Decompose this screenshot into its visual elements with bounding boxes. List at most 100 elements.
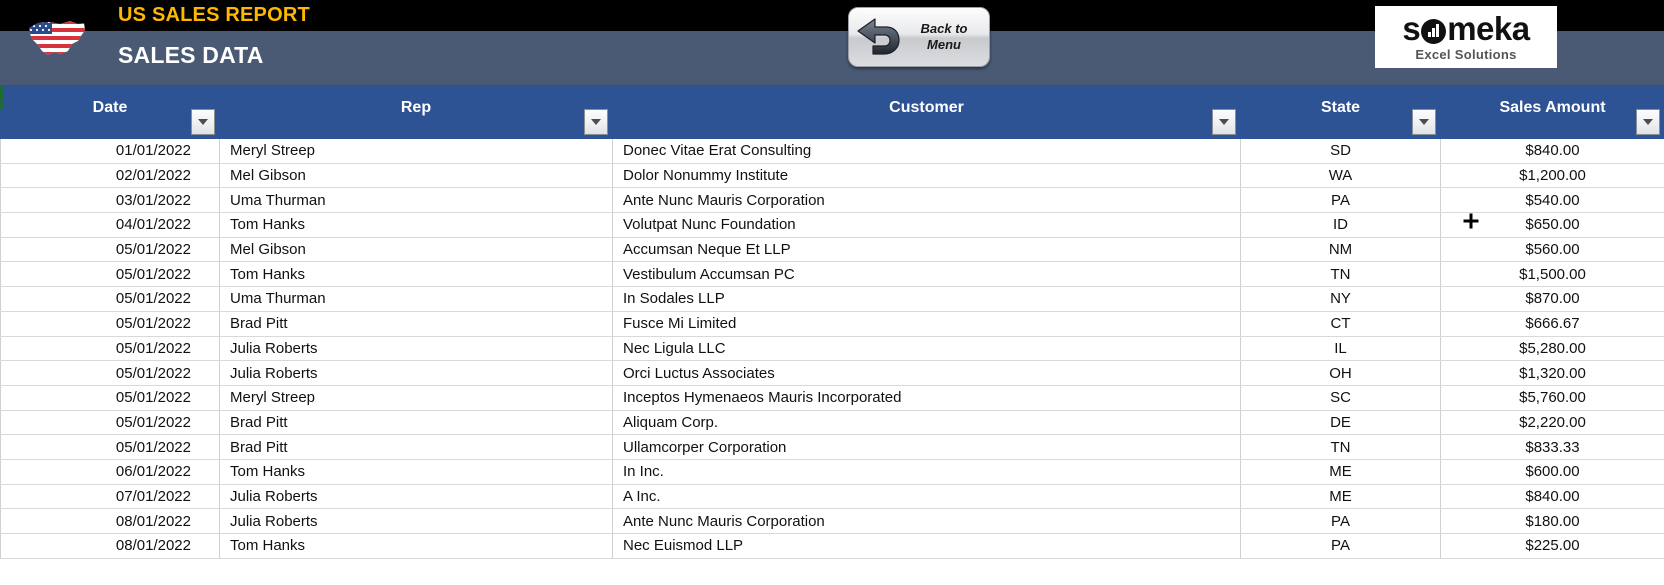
- cell-rep[interactable]: Julia Roberts: [219, 508, 613, 534]
- cell-date[interactable]: 05/01/2022: [0, 385, 220, 411]
- cell-cust[interactable]: Ante Nunc Mauris Corporation: [612, 187, 1241, 214]
- table-row[interactable]: 08/01/2022 Tom Hanks Nec Euismod LLP PA $225…: [0, 533, 1664, 559]
- cell-amt[interactable]: $600.00: [1440, 459, 1664, 485]
- filter-button-rep[interactable]: [584, 109, 608, 135]
- cell-rep[interactable]: Brad Pitt: [219, 311, 613, 337]
- cell-state[interactable]: PA: [1240, 533, 1441, 559]
- cell-rep[interactable]: Brad Pitt: [219, 434, 613, 460]
- cell-state[interactable]: WA: [1240, 163, 1441, 189]
- cell-state[interactable]: IL: [1240, 336, 1441, 362]
- cell-rep[interactable]: Uma Thurman: [219, 187, 613, 214]
- cell-cust[interactable]: In Inc.: [612, 459, 1241, 485]
- column-header-rep[interactable]: Rep: [219, 85, 613, 139]
- cell-state[interactable]: ID: [1240, 212, 1441, 238]
- table-row[interactable]: 05/01/2022 Meryl Streep Inceptos Hymenaeos…: [0, 385, 1664, 411]
- cell-cust[interactable]: Nec Euismod LLP: [612, 533, 1241, 559]
- cell-amt[interactable]: $560.00: [1440, 237, 1664, 263]
- cell-amt[interactable]: $650.00: [1440, 212, 1664, 238]
- cell-rep[interactable]: Tom Hanks: [219, 261, 613, 288]
- cell-cust[interactable]: Donec Vitae Erat Consulting: [612, 138, 1241, 164]
- cell-amt[interactable]: $225.00: [1440, 533, 1664, 559]
- table-row[interactable]: 05/01/2022 Brad Pitt Ullamcorper Corporati…: [0, 434, 1664, 460]
- cell-cust[interactable]: Orci Luctus Associates: [612, 360, 1241, 386]
- cell-cust[interactable]: Ante Nunc Mauris Corporation: [612, 508, 1241, 534]
- table-row[interactable]: 03/01/2022 Uma Thurman Ante Nunc Mauris Co…: [0, 187, 1664, 214]
- table-row[interactable]: 05/01/2022 Tom Hanks Vestibulum Accumsan P…: [0, 261, 1664, 288]
- cell-date[interactable]: 01/01/2022: [0, 138, 220, 164]
- cell-state[interactable]: PA: [1240, 187, 1441, 214]
- cell-cust[interactable]: Ullamcorper Corporation: [612, 434, 1241, 460]
- cell-date[interactable]: 08/01/2022: [0, 508, 220, 534]
- cell-rep[interactable]: Meryl Streep: [219, 385, 613, 411]
- cell-amt[interactable]: $180.00: [1440, 508, 1664, 534]
- cell-amt[interactable]: $1,320.00: [1440, 360, 1664, 386]
- cell-cust[interactable]: Inceptos Hymenaeos Mauris Incorporated: [612, 385, 1241, 411]
- cell-date[interactable]: 05/01/2022: [0, 286, 220, 312]
- cell-cust[interactable]: Vestibulum Accumsan PC: [612, 261, 1241, 288]
- cell-rep[interactable]: Mel Gibson: [219, 237, 613, 263]
- cell-date[interactable]: 05/01/2022: [0, 434, 220, 460]
- cell-cust[interactable]: Aliquam Corp.: [612, 410, 1241, 436]
- cell-state[interactable]: DE: [1240, 410, 1441, 436]
- cell-date[interactable]: 02/01/2022: [0, 163, 220, 189]
- filter-button-date[interactable]: [191, 109, 215, 135]
- cell-date[interactable]: 05/01/2022: [0, 311, 220, 337]
- cell-date[interactable]: 03/01/2022: [0, 187, 220, 214]
- cell-rep[interactable]: Tom Hanks: [219, 533, 613, 559]
- cell-state[interactable]: ME: [1240, 459, 1441, 485]
- table-row[interactable]: 07/01/2022 Julia Roberts A Inc. ME $840.00: [0, 484, 1664, 510]
- cell-rep[interactable]: Julia Roberts: [219, 360, 613, 386]
- table-row[interactable]: 05/01/2022 Uma Thurman In Sodales LLP NY $87…: [0, 286, 1664, 312]
- cell-state[interactable]: NY: [1240, 286, 1441, 312]
- column-header-customer[interactable]: Customer: [612, 85, 1241, 139]
- cell-rep[interactable]: Julia Roberts: [219, 336, 613, 362]
- cell-cust[interactable]: Nec Ligula LLC: [612, 336, 1241, 362]
- cell-rep[interactable]: Julia Roberts: [219, 484, 613, 510]
- cell-date[interactable]: 04/01/2022: [0, 212, 220, 238]
- cell-amt[interactable]: $5,760.00: [1440, 385, 1664, 411]
- cell-amt[interactable]: $870.00: [1440, 286, 1664, 312]
- table-row[interactable]: 05/01/2022 Julia Roberts Nec Ligula LLC IL $…: [0, 336, 1664, 362]
- cell-rep[interactable]: Mel Gibson: [219, 163, 613, 189]
- cell-cust[interactable]: In Sodales LLP: [612, 286, 1241, 312]
- cell-date[interactable]: 05/01/2022: [0, 410, 220, 436]
- cell-state[interactable]: ME: [1240, 484, 1441, 510]
- table-row[interactable]: 05/01/2022 Brad Pitt Aliquam Corp. DE $2,220…: [0, 410, 1664, 436]
- cell-amt[interactable]: $840.00: [1440, 484, 1664, 510]
- cell-state[interactable]: TN: [1240, 434, 1441, 460]
- cell-state[interactable]: TN: [1240, 261, 1441, 288]
- cell-amt[interactable]: $833.33: [1440, 434, 1664, 460]
- cell-cust[interactable]: Fusce Mi Limited: [612, 311, 1241, 337]
- cell-state[interactable]: SC: [1240, 385, 1441, 411]
- cell-state[interactable]: NM: [1240, 237, 1441, 263]
- cell-date[interactable]: 07/01/2022: [0, 484, 220, 510]
- cell-date[interactable]: 08/01/2022: [0, 533, 220, 559]
- cell-amt[interactable]: $540.00: [1440, 187, 1664, 214]
- table-row[interactable]: 05/01/2022 Mel Gibson Accumsan Neque Et LL…: [0, 237, 1664, 263]
- back-to-menu-button[interactable]: Back to Menu: [848, 7, 990, 67]
- cell-state[interactable]: PA: [1240, 508, 1441, 534]
- cell-amt[interactable]: $1,500.00: [1440, 261, 1664, 288]
- cell-date[interactable]: 05/01/2022: [0, 360, 220, 386]
- cell-cust[interactable]: Dolor Nonummy Institute: [612, 163, 1241, 189]
- table-row[interactable]: 01/01/2022 Meryl Streep Donec Vitae Erat C…: [0, 138, 1664, 164]
- cell-date[interactable]: 06/01/2022: [0, 459, 220, 485]
- table-row[interactable]: 04/01/2022 Tom Hanks Volutpat Nunc Foundat…: [0, 212, 1664, 238]
- cell-amt[interactable]: $1,200.00: [1440, 163, 1664, 189]
- filter-button-sales-amount[interactable]: [1636, 109, 1660, 135]
- column-header-state[interactable]: State: [1240, 85, 1441, 139]
- cell-state[interactable]: OH: [1240, 360, 1441, 386]
- cell-date[interactable]: 05/01/2022: [0, 237, 220, 263]
- table-row[interactable]: 02/01/2022 Mel Gibson Dolor Nonummy Instit…: [0, 163, 1664, 189]
- cell-cust[interactable]: A Inc.: [612, 484, 1241, 510]
- cell-rep[interactable]: Tom Hanks: [219, 459, 613, 485]
- cell-date[interactable]: 05/01/2022: [0, 336, 220, 362]
- column-header-sales-amount[interactable]: Sales Amount: [1440, 85, 1664, 139]
- cell-amt[interactable]: $5,280.00: [1440, 336, 1664, 362]
- cell-date[interactable]: 05/01/2022: [0, 261, 220, 288]
- cell-rep[interactable]: Uma Thurman: [219, 286, 613, 312]
- cell-cust[interactable]: Accumsan Neque Et LLP: [612, 237, 1241, 263]
- cell-state[interactable]: SD: [1240, 138, 1441, 164]
- table-row[interactable]: 08/01/2022 Julia Roberts Ante Nunc Mauris …: [0, 508, 1664, 534]
- filter-button-customer[interactable]: [1212, 109, 1236, 135]
